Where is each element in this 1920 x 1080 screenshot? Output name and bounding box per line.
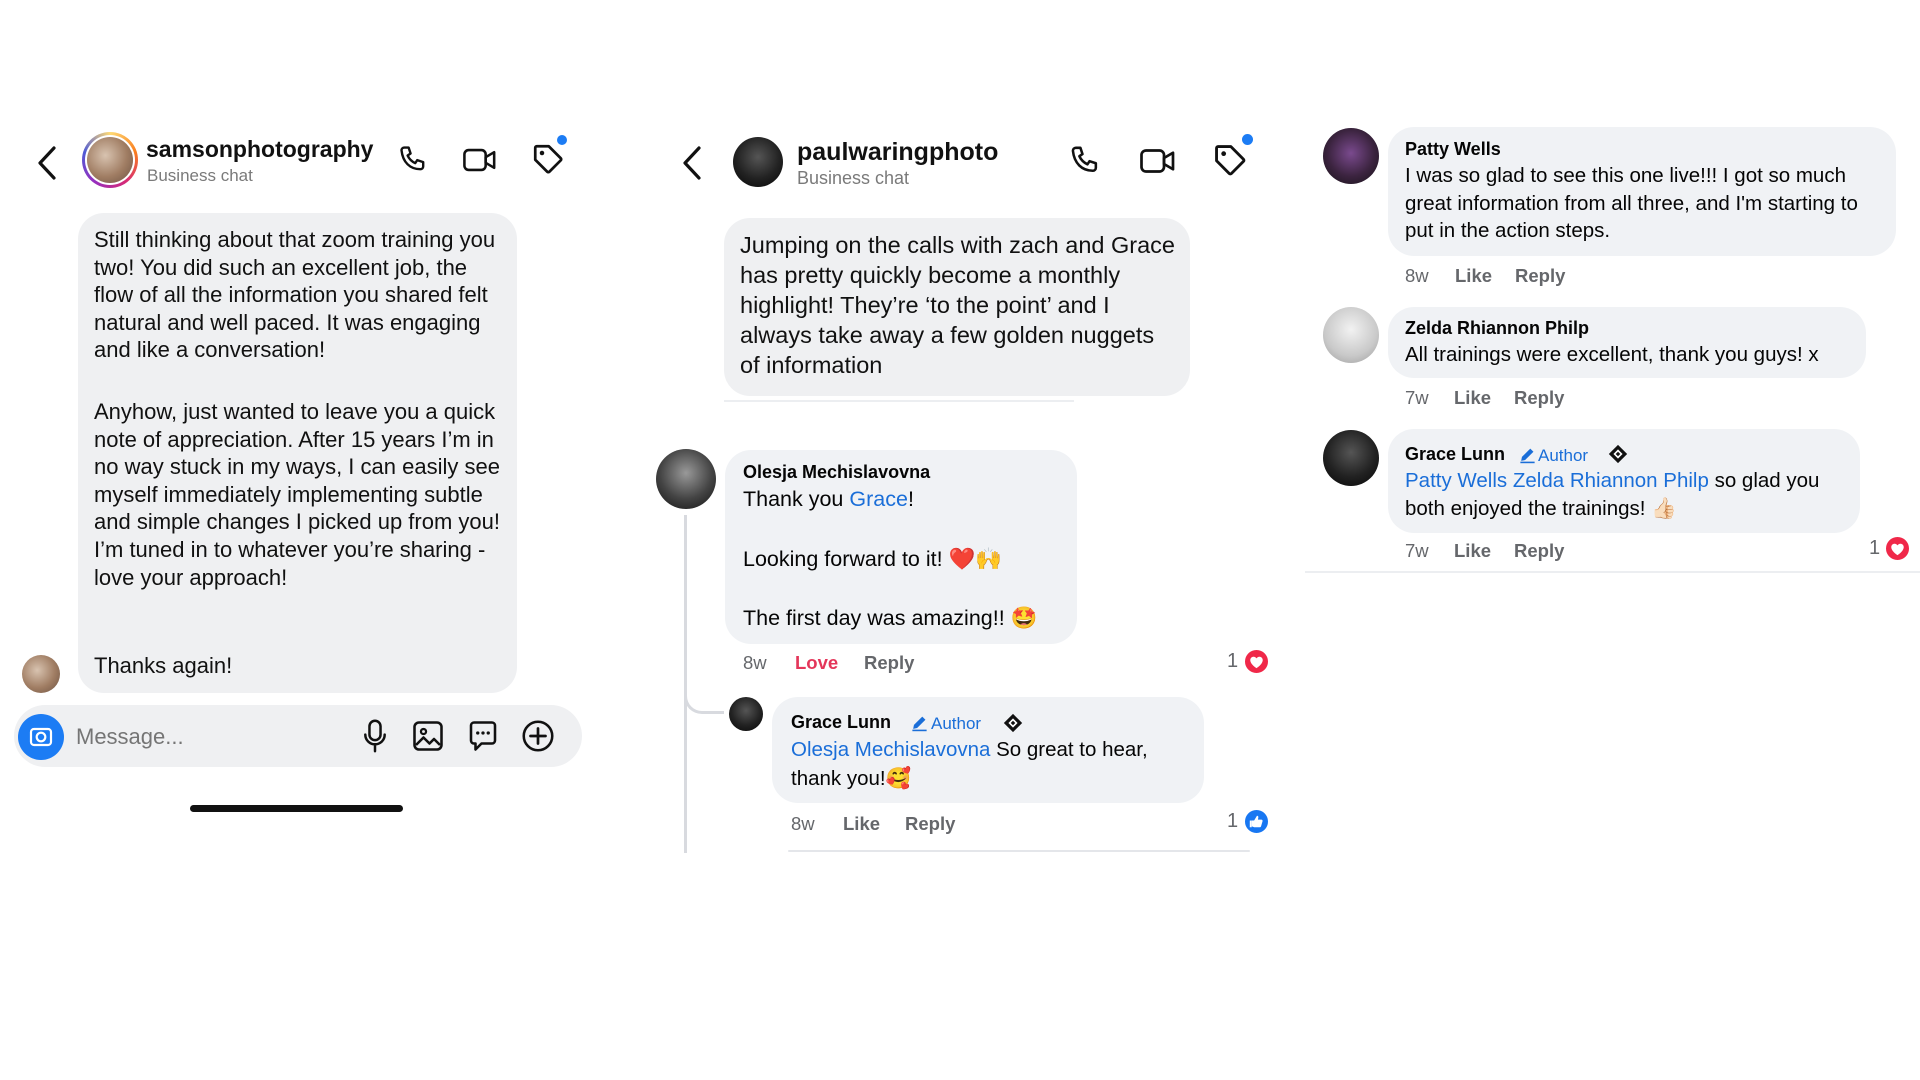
comment-line-2: Looking forward to it! ❤️🙌: [743, 547, 1003, 571]
like-button[interactable]: Like: [1455, 265, 1492, 287]
author-badge: Author: [1538, 446, 1589, 465]
diamond-badge-icon: [1002, 712, 1024, 734]
reply-button[interactable]: Reply: [905, 813, 955, 835]
microphone-icon[interactable]: [361, 718, 389, 754]
comment-time: 8w: [1405, 265, 1429, 286]
comment-text: I was so glad to see this one live!!! I …: [1405, 164, 1858, 242]
notification-dot: [557, 135, 567, 145]
video-call-icon[interactable]: [1138, 143, 1178, 179]
comment-line-3: The first day was amazing!! 🤩: [743, 606, 1038, 630]
sender-avatar[interactable]: [22, 655, 60, 693]
thread-branch: [684, 692, 724, 714]
like-button[interactable]: Like: [843, 813, 880, 835]
like-reaction-icon[interactable]: [1243, 808, 1270, 835]
reply-button[interactable]: Reply: [1514, 387, 1564, 409]
chat-username[interactable]: paulwaringphoto: [797, 138, 998, 167]
comment-line-1: Patty Wells Zelda Rhiannon Philp so glad…: [1405, 467, 1819, 495]
like-button[interactable]: Like: [1454, 387, 1491, 409]
commenter-avatar[interactable]: [1323, 128, 1379, 184]
reply-button[interactable]: Reply: [1514, 540, 1564, 562]
diamond-badge-icon: [1607, 443, 1629, 465]
comment-text: Thank you: [743, 487, 850, 511]
like-button[interactable]: Like: [1454, 540, 1491, 562]
comment-text: All trainings were excellent, thank you …: [1405, 343, 1819, 366]
comment-text: so glad you: [1708, 469, 1820, 492]
commenter-avatar[interactable]: [1323, 307, 1379, 363]
love-reaction-button[interactable]: Love: [795, 652, 838, 674]
add-plus-icon[interactable]: [520, 718, 556, 754]
camera-button[interactable]: [18, 714, 64, 760]
profile-avatar[interactable]: [82, 132, 138, 188]
message-input[interactable]: [76, 720, 326, 754]
phone-call-icon[interactable]: [1066, 143, 1102, 179]
phone-call-icon[interactable]: [395, 143, 429, 177]
reply-text: So great to hear,: [990, 738, 1148, 761]
reply-line-2: thank you!🥰: [791, 767, 912, 790]
heart-reaction-icon[interactable]: [1243, 648, 1270, 675]
message-paragraph-3: Thanks again!: [94, 653, 233, 678]
mention-link[interactable]: Grace: [849, 487, 908, 511]
reply-button[interactable]: Reply: [1515, 265, 1565, 287]
message-text: Jumping on the calls with zach and Grace…: [740, 232, 1175, 378]
commenter-avatar[interactable]: [1323, 430, 1379, 486]
comment-author[interactable]: Zelda Rhiannon Philp: [1405, 318, 1589, 339]
reaction-count: 1: [1227, 650, 1239, 672]
chat-subtitle: Business chat: [797, 168, 910, 188]
message-paragraph-2: Anyhow, just wanted to leave you a quick…: [94, 399, 501, 590]
tag-label-icon[interactable]: [530, 141, 566, 177]
profile-avatar[interactable]: [733, 137, 783, 187]
pencil-icon: [1518, 445, 1537, 464]
camera-icon: [29, 727, 53, 747]
reply-button[interactable]: Reply: [864, 652, 914, 674]
comment-time: 7w: [1405, 540, 1429, 561]
chat-subtitle: Business chat: [147, 166, 253, 185]
reply-time: 8w: [791, 813, 815, 834]
comment-text: !: [907, 487, 914, 511]
mention-link[interactable]: Olesja Mechislavovna: [791, 738, 990, 761]
sticker-chat-icon[interactable]: [465, 718, 501, 754]
reaction-count: 1: [1227, 810, 1239, 832]
tag-label-icon[interactable]: [1211, 141, 1249, 179]
divider: [724, 400, 1074, 402]
reply-author[interactable]: Grace Lunn: [791, 712, 891, 733]
divider: [1305, 571, 1920, 573]
notification-dot: [1242, 134, 1253, 145]
home-indicator: [190, 805, 403, 812]
chat-username[interactable]: samsonphotography: [146, 136, 373, 163]
back-chevron-icon[interactable]: [681, 145, 703, 181]
comment-author[interactable]: Grace Lunn: [1405, 444, 1505, 465]
comment-line-1: Thank you Grace!: [743, 485, 914, 514]
video-call-icon[interactable]: [461, 143, 499, 177]
reply-line-1: Olesja Mechislavovna So great to hear,: [791, 736, 1148, 764]
gallery-image-icon[interactable]: [410, 718, 446, 754]
comment-author[interactable]: Olesja Mechislavovna: [743, 462, 930, 483]
comment-time: 7w: [1405, 387, 1429, 408]
comment-author[interactable]: Patty Wells: [1405, 139, 1501, 160]
divider: [788, 850, 1250, 852]
commenter-avatar[interactable]: [656, 449, 716, 509]
pencil-icon: [910, 713, 929, 732]
mention-link[interactable]: Patty Wells Zelda Rhiannon Philp: [1405, 469, 1709, 492]
heart-reaction-icon[interactable]: [1884, 535, 1911, 562]
message-paragraph-1: Still thinking about that zoom training …: [94, 227, 496, 363]
comment-time: 8w: [743, 652, 767, 673]
author-badge: Author: [931, 714, 982, 733]
reaction-count: 1: [1869, 537, 1881, 559]
comment-line-2: both enjoyed the trainings! 👍🏻: [1405, 497, 1677, 520]
thread-line: [684, 515, 687, 853]
back-chevron-icon[interactable]: [36, 145, 58, 181]
reply-avatar[interactable]: [729, 697, 763, 731]
